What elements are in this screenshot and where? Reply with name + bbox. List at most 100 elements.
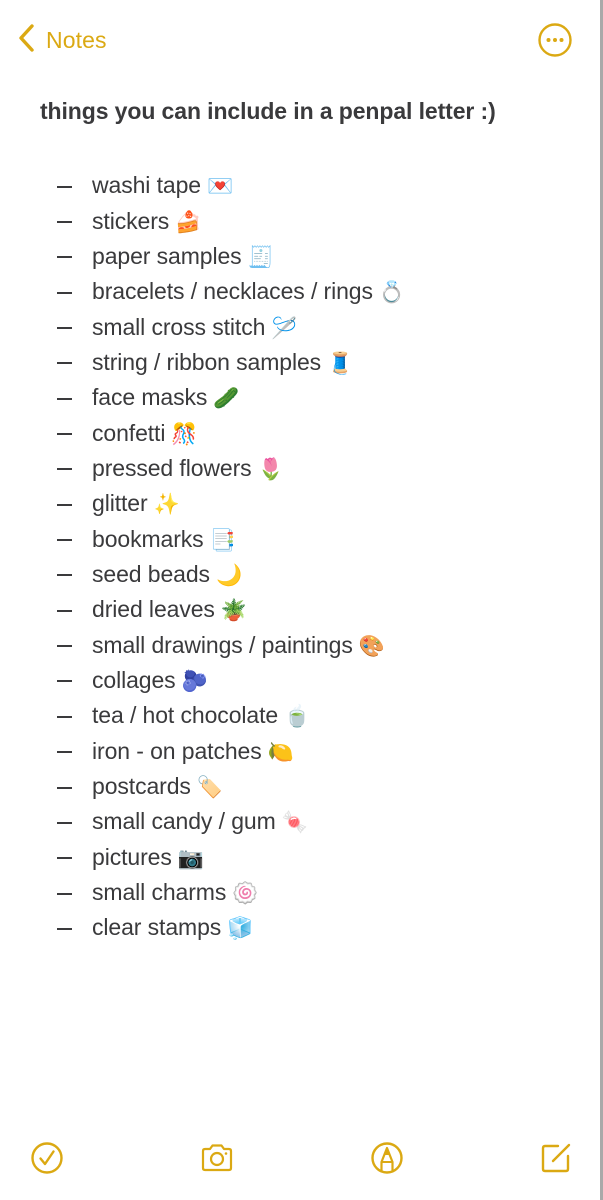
list-item[interactable]: face masks 🥒 xyxy=(0,380,600,415)
bullet-dash xyxy=(57,256,72,259)
bullet-dash xyxy=(57,291,72,294)
emoji-icon: 🥒 xyxy=(213,386,240,411)
emoji-icon: ✨ xyxy=(153,492,180,517)
bullet-dash xyxy=(57,786,72,789)
bullet-dash xyxy=(57,821,72,824)
emoji-icon: 🌙 xyxy=(215,562,242,587)
list-item-label: string / ribbon samples xyxy=(92,348,322,375)
bullet-dash xyxy=(57,927,72,930)
list-item[interactable]: seed beads 🌙 xyxy=(0,557,600,592)
bullet-dash xyxy=(57,433,72,436)
emoji-icon: 💌 xyxy=(206,174,234,199)
list-item-label: dried leaves xyxy=(92,596,215,623)
notes-screen: Notes things you can include in a penpal… xyxy=(0,0,603,1200)
list-item-text: iron - on patches 🍋 xyxy=(92,738,294,765)
list-item[interactable]: paper samples 🧾 xyxy=(0,239,600,274)
emoji-icon: 🧾 xyxy=(247,244,274,269)
list-item[interactable]: collages 🫐 xyxy=(0,663,600,698)
list-item[interactable]: small cross stitch 🪡 xyxy=(0,309,600,344)
list-item-label: tea / hot chocolate xyxy=(92,702,279,729)
list-item[interactable]: confetti 🎊 xyxy=(0,415,600,450)
list-item-text: paper samples 🧾 xyxy=(92,243,274,270)
list-item-text: tea / hot chocolate 🍵 xyxy=(92,702,310,729)
markup-button[interactable] xyxy=(367,1140,407,1180)
bottom-toolbar xyxy=(0,1140,600,1180)
back-button[interactable]: Notes xyxy=(16,22,107,59)
emoji-icon: 🎊 xyxy=(171,421,198,446)
list-item-label: bracelets / necklaces / rings xyxy=(92,278,373,305)
bullet-dash xyxy=(57,185,72,188)
bullet-dash xyxy=(57,468,72,471)
list-item-text: clear stamps 🧊 xyxy=(92,914,253,941)
list-item-text: string / ribbon samples 🧵 xyxy=(92,349,353,376)
list-item-text: stickers 🍰 xyxy=(92,208,201,235)
note-title[interactable]: things you can include in a penpal lette… xyxy=(40,98,496,125)
list-item[interactable]: stickers 🍰 xyxy=(0,203,600,238)
list-item[interactable]: small charms 🍥 xyxy=(0,875,600,910)
list-item-label: postcards xyxy=(92,773,191,800)
navigation-bar: Notes xyxy=(0,18,600,62)
emoji-icon: 📷 xyxy=(177,845,204,870)
list-item[interactable]: glitter ✨ xyxy=(0,486,600,521)
pen-tip-circle-icon xyxy=(369,1140,405,1181)
emoji-icon: 🍋 xyxy=(267,739,294,764)
list-item-text: small candy / gum 🍬 xyxy=(92,808,308,835)
more-options-button[interactable] xyxy=(537,22,573,58)
list-item-text: glitter ✨ xyxy=(92,490,180,517)
bullet-dash xyxy=(57,645,72,648)
list-item[interactable]: small drawings / paintings 🎨 xyxy=(0,627,600,662)
list-item-label: pictures xyxy=(92,843,172,870)
list-item-text: small charms 🍥 xyxy=(92,879,258,906)
list-item-text: small cross stitch 🪡 xyxy=(92,314,297,341)
list-item[interactable]: bookmarks 📑 xyxy=(0,521,600,556)
compose-button[interactable] xyxy=(536,1140,576,1180)
emoji-icon: 🍰 xyxy=(175,209,202,234)
checklist-button[interactable] xyxy=(27,1140,67,1180)
list-item[interactable]: bracelets / necklaces / rings 💍 xyxy=(0,274,600,309)
bullet-dash xyxy=(57,715,72,718)
emoji-icon: 🫐 xyxy=(181,668,208,693)
ellipsis-circle-icon xyxy=(537,23,573,62)
bullet-dash xyxy=(57,574,72,577)
bullet-dash xyxy=(57,751,72,754)
bullet-dash xyxy=(57,327,72,330)
list-item[interactable]: small candy / gum 🍬 xyxy=(0,804,600,839)
list-item[interactable]: pictures 📷 xyxy=(0,840,600,875)
list-item[interactable]: clear stamps 🧊 xyxy=(0,910,600,945)
camera-icon xyxy=(199,1140,235,1181)
list-item-label: iron - on patches xyxy=(92,737,262,764)
list-item[interactable]: string / ribbon samples 🧵 xyxy=(0,345,600,380)
list-item[interactable]: pressed flowers 🌷 xyxy=(0,451,600,486)
bullet-dash xyxy=(57,397,72,400)
bullet-dash xyxy=(57,362,72,365)
list-item-text: bracelets / necklaces / rings 💍 xyxy=(92,278,405,305)
list-item-label: bookmarks xyxy=(92,525,204,552)
list-item-text: bookmarks 📑 xyxy=(92,526,236,553)
emoji-icon: 🍥 xyxy=(232,881,259,906)
camera-button[interactable] xyxy=(197,1140,237,1180)
bullet-dash xyxy=(57,221,72,224)
list-item[interactable]: iron - on patches 🍋 xyxy=(0,734,600,769)
list-item-text: pressed flowers 🌷 xyxy=(92,455,284,482)
bullet-dash xyxy=(57,857,72,860)
bullet-dash xyxy=(57,539,72,542)
emoji-icon: 📑 xyxy=(209,527,236,552)
list-item[interactable]: washi tape 💌 xyxy=(0,168,600,203)
list-item[interactable]: dried leaves 🪴 xyxy=(0,592,600,627)
emoji-icon: 🍵 xyxy=(284,704,311,729)
list-item-text: confetti 🎊 xyxy=(92,420,198,447)
back-label: Notes xyxy=(46,27,107,53)
list-item-label: washi tape xyxy=(92,172,201,199)
list-item-text: dried leaves 🪴 xyxy=(92,596,247,623)
emoji-icon: 🧵 xyxy=(327,350,354,375)
emoji-icon: 🍬 xyxy=(281,810,308,835)
list-item-text: washi tape 💌 xyxy=(92,172,233,199)
emoji-icon: 💍 xyxy=(378,280,405,305)
list-item-label: face masks xyxy=(92,384,208,411)
note-list[interactable]: washi tape 💌 stickers 🍰 paper samples 🧾 bracel… xyxy=(0,168,600,946)
list-item[interactable]: postcards 🏷️ xyxy=(0,769,600,804)
list-item-label: collages xyxy=(92,666,176,693)
list-item-label: stickers xyxy=(92,207,170,234)
list-item[interactable]: tea / hot chocolate 🍵 xyxy=(0,698,600,733)
list-item-label: small drawings / paintings xyxy=(92,631,353,658)
